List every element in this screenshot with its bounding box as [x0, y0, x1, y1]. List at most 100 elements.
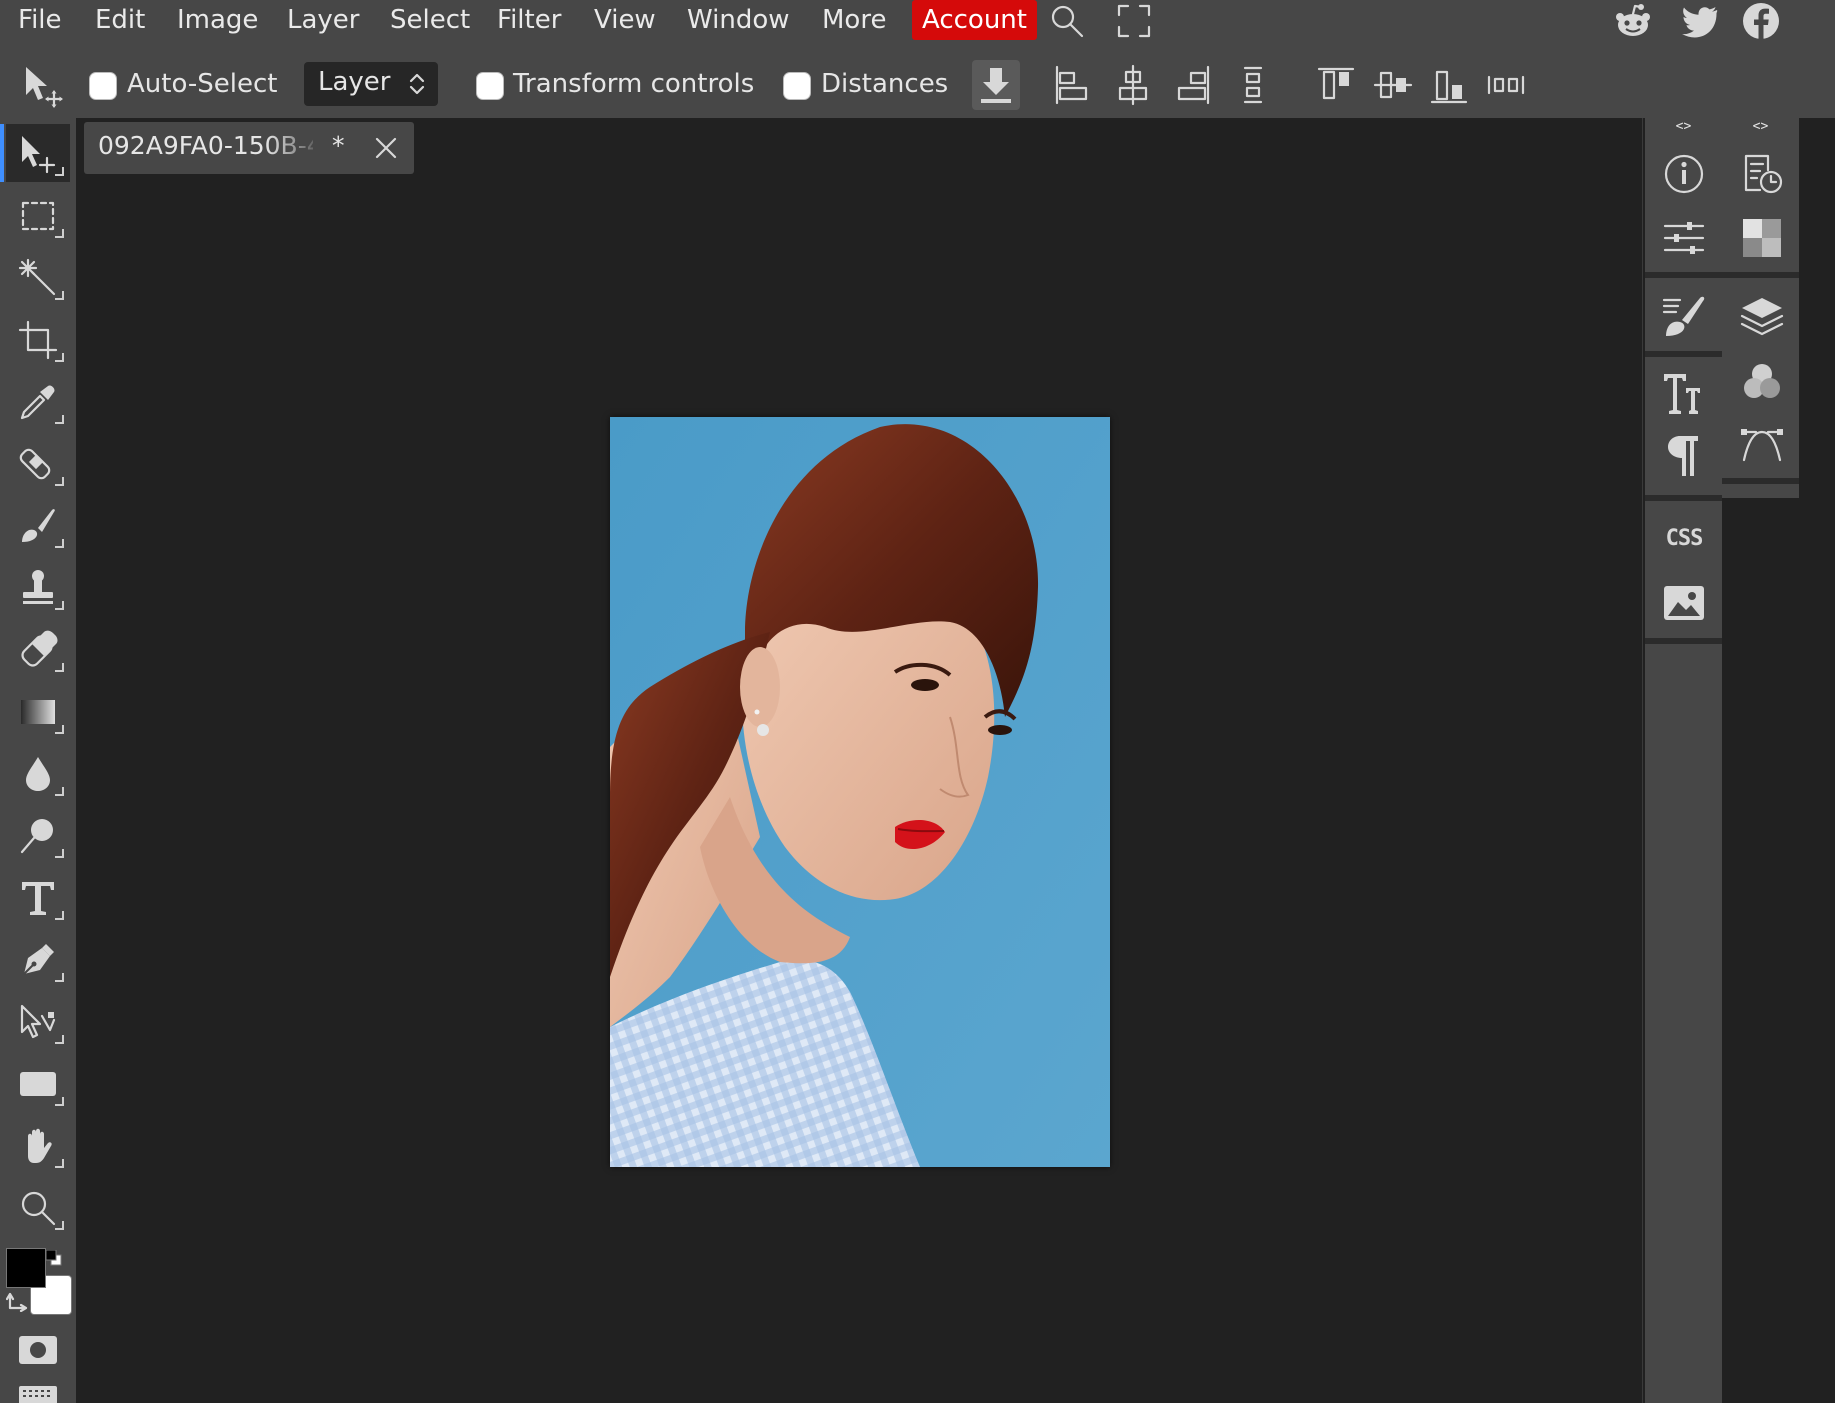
css-label: CSS — [1665, 526, 1704, 551]
gradient-tool[interactable] — [6, 682, 70, 740]
menu-edit[interactable]: Edit — [85, 0, 155, 40]
brush-tool[interactable] — [6, 496, 70, 554]
marquee-select-tool[interactable] — [6, 186, 70, 244]
auto-select-label: Auto-Select — [127, 69, 278, 99]
move-tool[interactable] — [0, 124, 70, 182]
dock-separator — [1645, 638, 1722, 644]
menu-bar: File Edit Image Layer Select Filter View… — [0, 0, 1835, 42]
tool-corner — [55, 725, 64, 734]
reddit-icon[interactable] — [1614, 2, 1652, 40]
pen-tool[interactable] — [6, 930, 70, 988]
menu-window[interactable]: Window — [677, 0, 800, 40]
tool-corner — [55, 415, 64, 424]
channels-icon[interactable] — [1738, 358, 1786, 406]
character-icon[interactable] — [1660, 370, 1708, 418]
swatches-icon[interactable] — [1738, 214, 1786, 262]
facebook-icon[interactable] — [1742, 2, 1780, 40]
reset-colors-icon[interactable] — [46, 1250, 62, 1266]
distances-checkbox[interactable] — [783, 72, 811, 100]
clone-stamp-tool[interactable] — [6, 558, 70, 616]
dock-divider — [1642, 118, 1643, 1403]
dock-separator — [1722, 478, 1799, 484]
foreground-color-swatch[interactable] — [6, 1248, 46, 1288]
image-icon[interactable] — [1660, 580, 1708, 628]
transform-controls-label: Transform controls — [513, 69, 755, 99]
healing-brush-tool[interactable] — [6, 434, 70, 492]
tool-corner — [55, 539, 64, 548]
download-button[interactable] — [972, 60, 1020, 110]
tool-corner — [55, 1159, 64, 1168]
eyedropper-tool[interactable] — [6, 372, 70, 430]
chevron-up-down-icon — [408, 72, 426, 96]
layer-select-value: Layer — [318, 67, 391, 97]
align-vertical-center-icon[interactable] — [1373, 64, 1413, 106]
menu-image[interactable]: Image — [167, 0, 268, 40]
paragraph-icon[interactable] — [1660, 432, 1708, 480]
adjustments-icon[interactable] — [1660, 214, 1708, 262]
dock-separator — [1645, 351, 1722, 357]
tool-corner — [55, 167, 64, 176]
account-button[interactable]: Account — [912, 0, 1037, 40]
path-select-tool[interactable] — [6, 992, 70, 1050]
tool-corner — [55, 663, 64, 672]
menu-file[interactable]: File — [8, 0, 72, 40]
tool-corner — [55, 973, 64, 982]
tool-corner — [55, 1097, 64, 1106]
rectangle-tool[interactable] — [6, 1054, 70, 1112]
tool-corner — [55, 477, 64, 486]
tool-corner — [55, 1035, 64, 1044]
document-tab[interactable]: 092A9FA0-150B-44 * — [84, 122, 414, 174]
align-top-icon[interactable] — [1316, 64, 1356, 106]
document-tab-title: 092A9FA0-150B-44 — [98, 131, 313, 160]
distribute-vertical-icon[interactable] — [1233, 64, 1273, 106]
tool-corner — [55, 353, 64, 362]
auto-select-checkbox[interactable] — [89, 72, 117, 100]
swap-colors-icon[interactable] — [6, 1290, 28, 1312]
menu-more[interactable]: More — [812, 0, 896, 40]
transform-controls-checkbox[interactable] — [476, 72, 504, 100]
dock-collapse-toggle[interactable]: <> — [1645, 118, 1722, 136]
dock-separator — [1645, 272, 1722, 278]
paths-icon[interactable] — [1738, 420, 1786, 468]
hand-tool[interactable] — [6, 1116, 70, 1174]
menu-layer[interactable]: Layer — [277, 0, 370, 40]
document-modified-marker: * — [332, 131, 345, 160]
close-icon[interactable] — [372, 134, 400, 162]
distances-label: Distances — [821, 69, 949, 99]
tool-corner — [55, 849, 64, 858]
menu-select[interactable]: Select — [380, 0, 480, 40]
quick-mask-icon[interactable] — [15, 1330, 61, 1370]
tool-corner — [55, 911, 64, 920]
zoom-tool[interactable] — [6, 1178, 70, 1236]
brush-settings-icon[interactable] — [1660, 292, 1708, 340]
canvas-image[interactable] — [610, 417, 1110, 1167]
css-panel-button[interactable]: CSS — [1660, 515, 1708, 563]
move-tool-options-icon — [22, 64, 66, 108]
tool-corner — [55, 787, 64, 796]
menu-view[interactable]: View — [584, 0, 666, 40]
twitter-icon[interactable] — [1681, 2, 1719, 40]
layers-icon[interactable] — [1738, 292, 1786, 340]
align-horizontal-center-icon[interactable] — [1113, 64, 1153, 106]
fullscreen-icon[interactable] — [1115, 2, 1153, 40]
keyboard-icon[interactable] — [17, 1382, 59, 1403]
dodge-tool[interactable] — [6, 806, 70, 864]
dock-separator — [1645, 495, 1722, 501]
eraser-tool[interactable] — [6, 620, 70, 678]
blur-tool[interactable] — [6, 744, 70, 802]
tool-corner — [55, 291, 64, 300]
align-right-icon[interactable] — [1173, 64, 1213, 106]
layer-select-dropdown[interactable]: Layer — [304, 62, 438, 106]
info-icon[interactable] — [1660, 150, 1708, 198]
search-icon[interactable] — [1048, 2, 1086, 40]
tool-corner — [55, 1221, 64, 1230]
text-tool[interactable] — [6, 868, 70, 926]
align-left-icon[interactable] — [1052, 64, 1092, 106]
align-bottom-icon[interactable] — [1429, 64, 1469, 106]
history-icon[interactable] — [1738, 150, 1786, 198]
magic-wand-tool[interactable] — [6, 248, 70, 306]
distribute-horizontal-icon[interactable] — [1486, 64, 1526, 106]
dock-collapse-toggle[interactable]: <> — [1722, 118, 1799, 136]
crop-tool[interactable] — [6, 310, 70, 368]
menu-filter[interactable]: Filter — [487, 0, 571, 40]
